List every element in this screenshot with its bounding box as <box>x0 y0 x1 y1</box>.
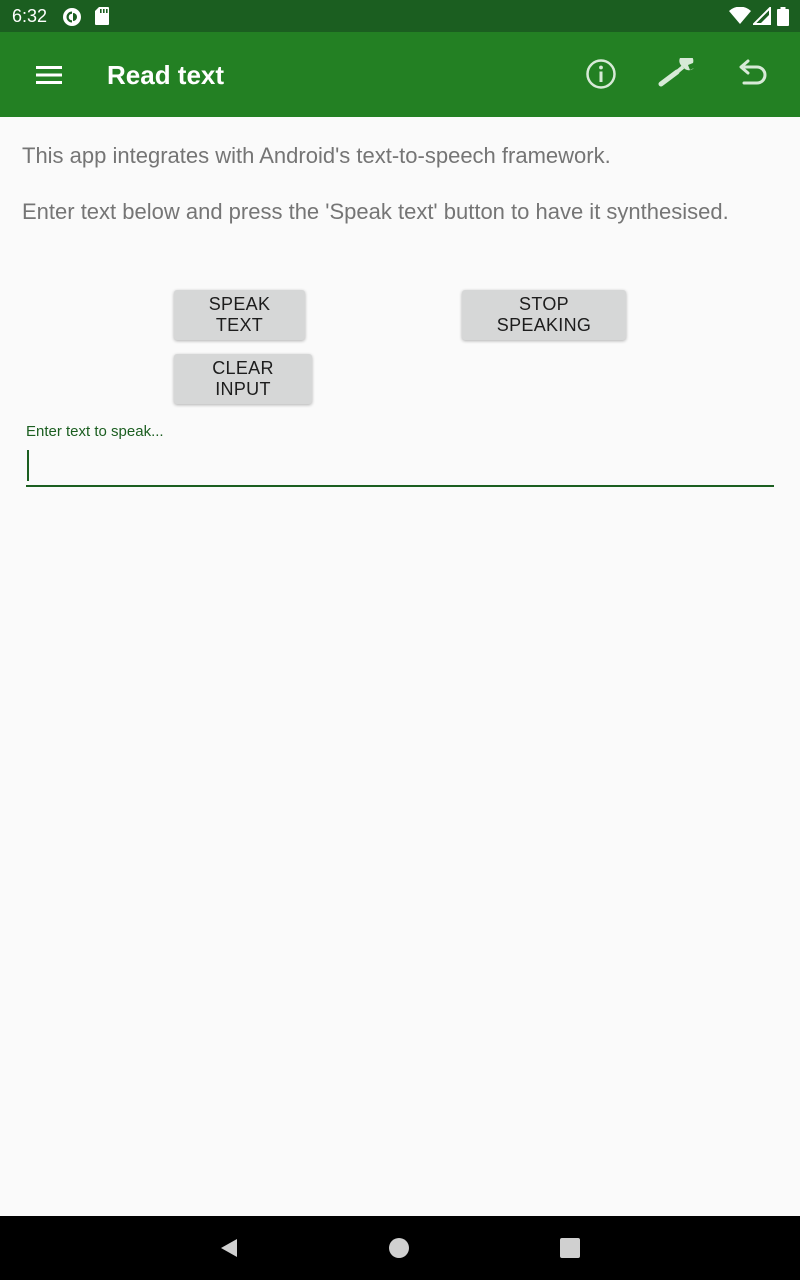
undo-button[interactable] <box>730 52 774 96</box>
pocket-casts-icon <box>62 7 82 32</box>
instructions-text: Enter text below and press the 'Speak te… <box>22 199 729 224</box>
page-title: Read text <box>107 60 225 90</box>
main-content: This app integrates with Android's text-… <box>0 117 800 1216</box>
recents-icon <box>560 1238 580 1258</box>
speak-text-button[interactable]: SPEAK TEXT <box>174 290 305 340</box>
back-icon <box>221 1239 237 1257</box>
cellular-signal-icon <box>751 5 771 30</box>
sd-card-icon <box>95 7 109 30</box>
menu-button[interactable] <box>28 54 70 96</box>
menu-icon <box>36 66 62 84</box>
home-icon <box>389 1238 409 1258</box>
home-button[interactable] <box>381 1230 417 1266</box>
app-bar: Read text <box>0 32 800 117</box>
recents-button[interactable] <box>552 1230 588 1266</box>
back-button[interactable] <box>211 1230 247 1266</box>
settings-button[interactable] <box>655 52 699 96</box>
text-input-field[interactable] <box>26 447 774 487</box>
status-bar: 6:32 <box>0 0 800 32</box>
clear-input-button[interactable]: CLEAR INPUT <box>174 354 312 404</box>
text-input-label: Enter text to speak... <box>26 423 164 440</box>
status-time: 6:32 <box>12 6 48 26</box>
info-button[interactable] <box>579 52 623 96</box>
info-icon <box>586 59 616 89</box>
text-input[interactable] <box>26 447 774 485</box>
undo-icon <box>739 59 767 85</box>
battery-icon <box>777 7 789 31</box>
wifi-icon <box>729 6 751 30</box>
navigation-bar <box>0 1216 800 1280</box>
wrench-icon <box>658 58 694 87</box>
intro-text: This app integrates with Android's text-… <box>22 143 611 168</box>
stop-speaking-button[interactable]: STOP SPEAKING <box>462 290 626 340</box>
